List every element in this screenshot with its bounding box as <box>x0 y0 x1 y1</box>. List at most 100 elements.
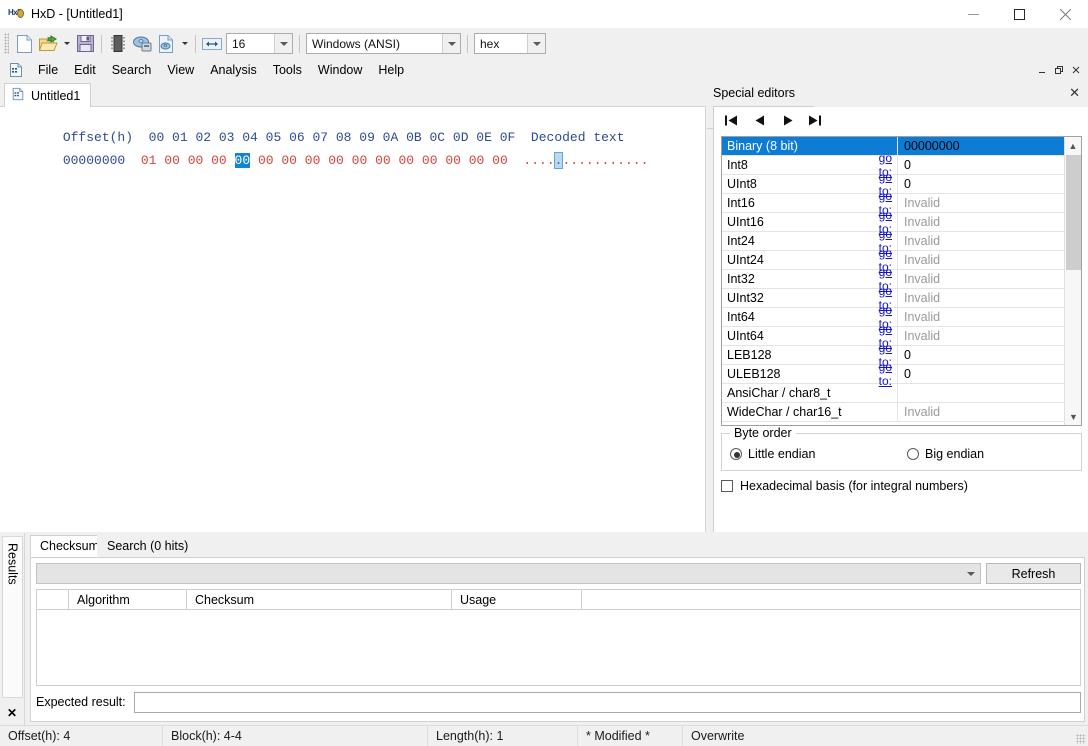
chevron-down-icon[interactable] <box>442 34 460 53</box>
hex-row-decoded-text[interactable]: ................ <box>523 153 648 168</box>
data-inspector-scrollbar[interactable]: ▲ ▼ <box>1064 137 1081 425</box>
decoded-char-cell[interactable]: . <box>539 153 547 168</box>
hex-byte-cell[interactable]: 00 <box>281 153 297 168</box>
hex-byte-cell[interactable]: 00 <box>469 153 485 168</box>
data-inspector-row-value[interactable]: 0 <box>897 346 1065 365</box>
chevron-down-icon[interactable] <box>527 34 545 53</box>
data-inspector-row-value[interactable]: Invalid <box>897 308 1065 327</box>
data-inspector-row-value[interactable]: Invalid <box>897 403 1065 422</box>
algorithm-select[interactable] <box>36 563 981 584</box>
data-inspector-row-value[interactable]: Invalid <box>897 327 1065 346</box>
data-inspector-row-value[interactable]: 0 <box>897 365 1065 384</box>
minimize-button[interactable] <box>950 0 996 28</box>
first-icon[interactable] <box>722 111 742 129</box>
chevron-down-icon[interactable] <box>274 34 292 53</box>
bytes-per-row-select[interactable]: 16 <box>226 33 293 54</box>
document-tab-untitled1[interactable]: Untitled1 <box>4 83 91 107</box>
save-button[interactable] <box>73 32 97 56</box>
mdi-restore-button[interactable] <box>1051 62 1067 77</box>
data-inspector-table[interactable]: Binary (8 bit)00000000Int8go to:0UInt8go… <box>721 136 1082 426</box>
encoding-select[interactable]: Windows (ANSI) <box>306 33 461 54</box>
decoded-char-cell[interactable]: . <box>633 153 641 168</box>
menu-item-window[interactable]: Window <box>310 61 370 79</box>
decoded-char-cell[interactable]: . <box>609 153 617 168</box>
hex-row-bytes[interactable]: 01 00 00 00 00 00 00 00 00 00 00 00 00 0… <box>141 153 508 168</box>
chevron-up-icon[interactable]: ▲ <box>1065 137 1081 154</box>
decoded-char-cell[interactable]: . <box>625 153 633 168</box>
radio-indicator-little-endian[interactable] <box>730 448 742 460</box>
maximize-button[interactable] <box>996 0 1042 28</box>
hexadecimal-basis-checkbox[interactable]: Hexadecimal basis (for integral numbers) <box>721 479 968 493</box>
last-icon[interactable] <box>806 111 826 129</box>
hex-data-row[interactable]: 00 00 00 00 01 00 00 00 00 00 00 00 00 00 0… <box>16 138 648 183</box>
data-inspector-row-value[interactable]: Invalid <box>897 232 1065 251</box>
hex-byte-cell[interactable]: 00 <box>258 153 274 168</box>
chevron-down-icon[interactable] <box>962 564 980 583</box>
mdi-minimize-button[interactable] <box>1034 62 1050 77</box>
data-inspector-row-value[interactable]: Invalid <box>897 289 1065 308</box>
checkbox-indicator-hex-basis[interactable] <box>721 480 733 492</box>
new-file-button[interactable] <box>12 32 36 56</box>
hex-editor-view[interactable]: Offset(h) 00 01 02 03 04 05 06 07 08 09 … <box>0 107 706 532</box>
hex-byte-cell[interactable]: 00 <box>328 153 344 168</box>
close-icon[interactable]: ✕ <box>1069 85 1080 101</box>
hex-byte-cell[interactable]: 00 <box>445 153 461 168</box>
menu-item-analysis[interactable]: Analysis <box>202 61 265 79</box>
open-disk-image-button[interactable] <box>154 32 178 56</box>
hex-byte-cell[interactable]: 00 <box>188 153 204 168</box>
close-icon[interactable]: ✕ <box>7 706 17 720</box>
hex-byte-cell[interactable]: 00 <box>492 153 508 168</box>
hex-byte-cell[interactable]: 00 <box>235 153 251 168</box>
data-inspector-row-value[interactable] <box>897 384 1065 403</box>
decoded-char-cell[interactable]: . <box>578 153 586 168</box>
next-icon[interactable] <box>778 111 798 129</box>
open-dropdown-button[interactable] <box>60 32 73 56</box>
menu-item-tools[interactable]: Tools <box>265 61 310 79</box>
decoded-char-cell[interactable]: . <box>586 153 594 168</box>
mdi-close-button[interactable] <box>1068 62 1084 77</box>
hex-byte-cell[interactable]: 00 <box>398 153 414 168</box>
hex-byte-cell[interactable]: 01 <box>141 153 157 168</box>
decoded-char-cell[interactable]: . <box>547 153 555 168</box>
resize-grip[interactable] <box>1076 734 1086 744</box>
menu-item-edit[interactable]: Edit <box>66 61 104 79</box>
toolbar-grip[interactable] <box>4 33 9 54</box>
open-folder-button[interactable] <box>36 32 60 56</box>
decoded-char-cell[interactable]: . <box>617 153 625 168</box>
open-disk-button[interactable] <box>130 32 154 56</box>
data-inspector-row-value[interactable]: 00000000 <box>897 137 1065 156</box>
data-inspector-row-value[interactable]: 0 <box>897 156 1065 175</box>
radio-indicator-big-endian[interactable] <box>907 448 919 460</box>
number-base-select[interactable]: hex <box>474 33 546 54</box>
column-header-checksum[interactable]: Checksum <box>187 590 452 610</box>
hex-byte-cell[interactable]: 00 <box>305 153 321 168</box>
menu-item-file[interactable]: File <box>30 61 66 79</box>
decoded-char-cell[interactable]: . <box>594 153 602 168</box>
column-header-usage[interactable]: Usage <box>452 590 582 610</box>
decoded-char-cell[interactable]: . <box>531 153 539 168</box>
radio-big-endian[interactable]: Big endian <box>907 447 984 461</box>
chevron-down-icon[interactable]: ▼ <box>1065 408 1082 425</box>
hex-byte-cell[interactable]: 00 <box>375 153 391 168</box>
decoded-char-cell[interactable]: . <box>641 153 649 168</box>
checksum-results-grid[interactable]: Algorithm Checksum Usage <box>36 589 1081 686</box>
column-header-blank[interactable] <box>37 590 69 610</box>
tab-search[interactable]: Search (0 hits) <box>97 535 198 557</box>
expected-result-input[interactable] <box>134 692 1081 713</box>
column-header-algorithm[interactable]: Algorithm <box>69 590 187 610</box>
refresh-button[interactable]: Refresh <box>986 563 1081 584</box>
hex-byte-cell[interactable]: 00 <box>352 153 368 168</box>
radio-little-endian[interactable]: Little endian <box>730 447 815 461</box>
menu-item-search[interactable]: Search <box>104 61 160 79</box>
data-inspector-row-value[interactable]: Invalid <box>897 194 1065 213</box>
data-inspector-row-value[interactable]: 0 <box>897 175 1065 194</box>
close-button[interactable] <box>1042 0 1088 28</box>
menu-item-help[interactable]: Help <box>370 61 412 79</box>
results-vertical-tab[interactable]: Results <box>2 536 23 698</box>
data-inspector-row-value[interactable]: Invalid <box>897 213 1065 232</box>
hex-byte-cell[interactable]: 00 <box>211 153 227 168</box>
goto-link[interactable]: go to: <box>874 360 897 388</box>
disk-dropdown-button[interactable] <box>178 32 191 56</box>
menu-item-view[interactable]: View <box>159 61 202 79</box>
data-inspector-row-value[interactable]: Invalid <box>897 270 1065 289</box>
